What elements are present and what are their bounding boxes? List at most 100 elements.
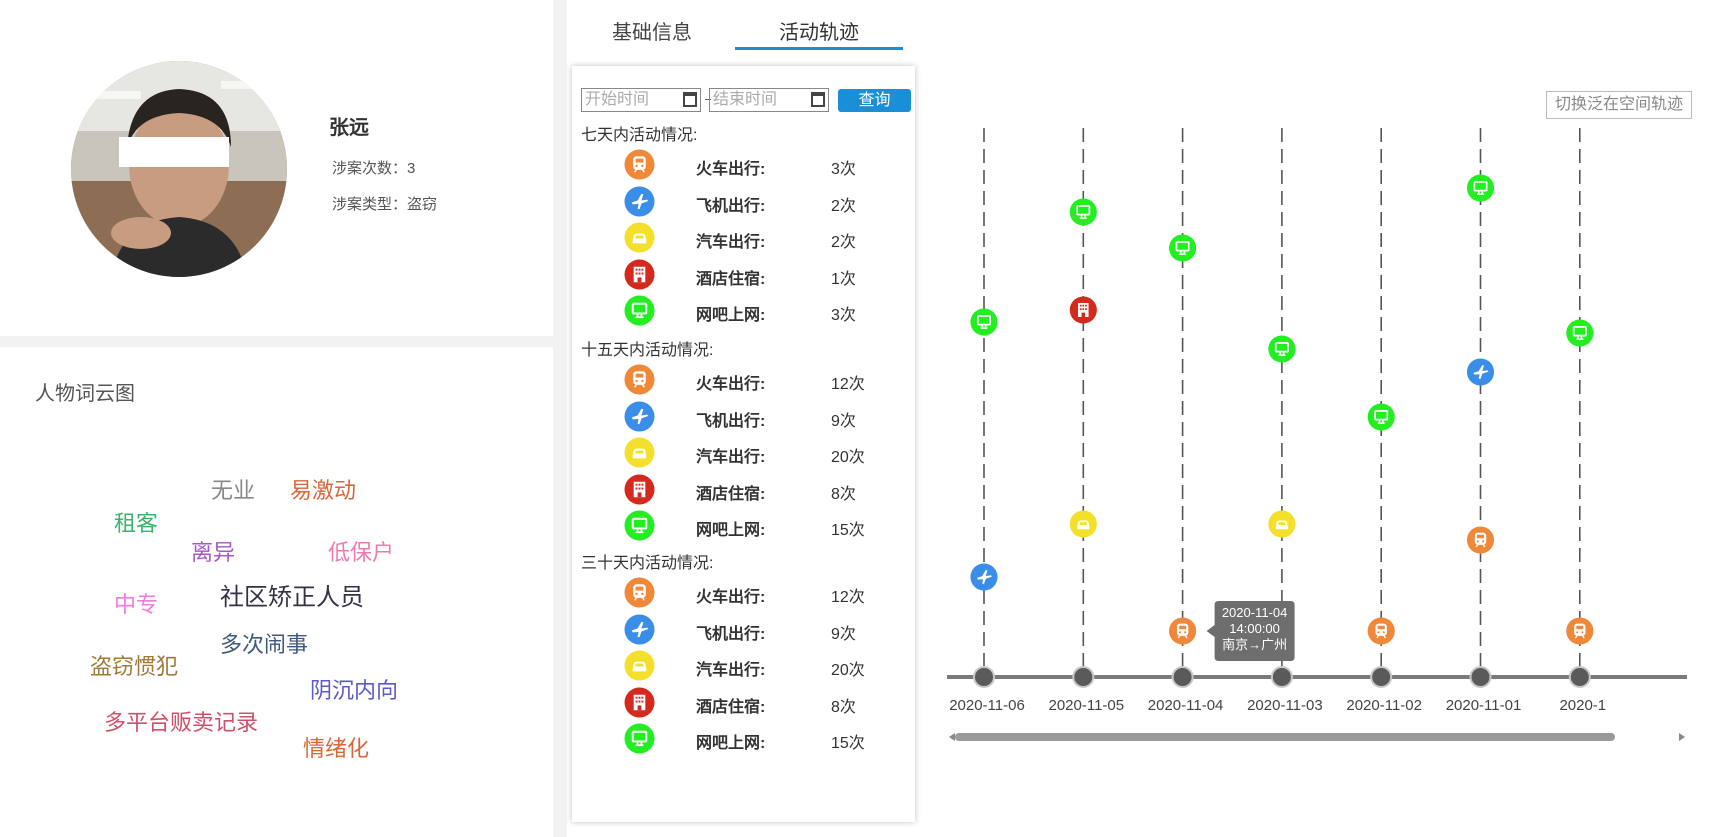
timeline-date-label: 2020-11-05	[1048, 697, 1124, 714]
end-time-input[interactable]: 结束时间	[709, 88, 829, 112]
timeline-date-node[interactable]	[973, 666, 995, 688]
calendar-icon[interactable]	[683, 92, 697, 107]
stat-label: 飞机出行:	[696, 625, 766, 643]
timeline-event-internet-icon[interactable]	[1566, 319, 1594, 347]
internet-icon	[1566, 319, 1594, 347]
timeline-event-car-icon[interactable]	[1069, 510, 1097, 538]
query-button[interactable]: 查询	[838, 89, 911, 112]
timeline-event-internet-icon[interactable]	[1466, 174, 1495, 202]
stat-row: 酒店住宿: 1次	[572, 258, 915, 291]
stat-count: 3次	[831, 161, 856, 178]
cloud-word: 无业	[211, 478, 256, 503]
stat-row: 火车出行: 3次	[572, 149, 915, 181]
train-icon	[624, 577, 655, 608]
profile-card: 张远 涉案次数：3 涉案类型：盗窃	[0, 0, 553, 336]
scroll-left-icon[interactable]	[949, 733, 955, 741]
train-icon	[1466, 526, 1495, 554]
cloud-word: 阴沉内向	[310, 678, 399, 703]
car-icon	[1268, 510, 1296, 538]
timeline-date-node[interactable]	[1270, 666, 1293, 688]
timeline-date-node[interactable]	[1469, 666, 1492, 688]
timeline-date-label: 2020-11-02	[1346, 697, 1422, 714]
active-tab-indicator	[735, 47, 903, 50]
stat-label: 火车出行:	[696, 161, 766, 178]
stat-label: 汽车出行:	[696, 234, 766, 251]
timeline-date-label: 2020-11-03	[1247, 697, 1323, 714]
cloud-word: 中专	[114, 592, 159, 617]
tab-activity-track[interactable]: 活动轨迹	[734, 16, 904, 45]
stat-label: 网吧上网:	[696, 522, 766, 539]
timeline-event-train-icon[interactable]	[1466, 526, 1495, 554]
timeline-event-train-icon[interactable]	[1566, 617, 1594, 645]
cloud-word: 低保户	[328, 540, 395, 565]
stat-count: 8次	[831, 485, 856, 503]
timeline-event-train-icon[interactable]	[1169, 617, 1197, 645]
event-tooltip-text: 14:00:00	[1229, 621, 1280, 636]
cloud-word: 多平台贩卖记录	[104, 710, 259, 735]
word-cloud-title: 人物词云图	[35, 383, 135, 405]
stat-row: 酒店住宿: 8次	[572, 686, 915, 719]
stat-count: 8次	[831, 698, 856, 716]
tab-basic-info[interactable]: 基础信息	[567, 16, 737, 45]
internet-icon	[1268, 335, 1296, 363]
stat-label: 酒店住宿:	[696, 698, 766, 716]
hotel-icon	[624, 258, 655, 290]
cloud-word: 多次闹事	[220, 632, 309, 657]
timeline-event-internet-icon[interactable]	[1169, 234, 1197, 262]
start-time-input[interactable]: 开始时间	[581, 88, 701, 112]
scroll-right-icon[interactable]	[1679, 733, 1685, 741]
car-icon	[1069, 510, 1097, 538]
stat-label: 酒店住宿:	[696, 270, 766, 288]
timeline-event-plane-icon[interactable]	[1466, 358, 1495, 386]
car-icon	[624, 222, 655, 253]
stat-count: 2次	[831, 197, 856, 215]
stat-row: 火车出行: 12次	[572, 577, 915, 609]
timeline-event-internet-icon[interactable]	[1069, 198, 1097, 226]
timeline-scrollbar-thumb[interactable]	[955, 733, 1615, 741]
switch-space-track-button[interactable]: 切换泛在空间轨迹	[1546, 91, 1692, 119]
timeline-date-node[interactable]	[1370, 666, 1393, 688]
stat-row: 飞机出行: 9次	[572, 613, 915, 646]
cloud-word: 情绪化	[303, 736, 370, 761]
internet-icon	[624, 295, 655, 326]
stat-count: 9次	[831, 412, 856, 430]
timeline-event-car-icon[interactable]	[1268, 510, 1296, 538]
timeline-date-node[interactable]	[1171, 666, 1194, 688]
stat-label: 火车出行:	[696, 589, 766, 606]
timeline-event-train-icon[interactable]	[1367, 617, 1395, 645]
stat-label: 酒店住宿:	[696, 485, 766, 503]
stat-count: 15次	[831, 735, 865, 752]
train-icon	[1367, 617, 1395, 645]
timeline-date-node[interactable]	[1072, 666, 1095, 688]
timeline-event-internet-icon[interactable]	[1367, 403, 1395, 431]
hotel-icon	[1069, 296, 1097, 324]
stat-count: 15次	[831, 522, 865, 539]
start-time-placeholder: 开始时间	[585, 91, 650, 108]
stat-section-title: 十五天内活动情况:	[581, 342, 714, 359]
timeline-event-plane-icon[interactable]	[970, 563, 998, 591]
word-cloud-card: 人物词云图 无业 易激动 租客 离异 低保户 中专 社区矫正人员 多次闹事 盗窃…	[0, 347, 553, 837]
cloud-word: 租客	[114, 511, 159, 536]
internet-icon	[624, 723, 655, 754]
event-tooltip-text: 2020-11-04	[1222, 605, 1288, 620]
train-icon	[1566, 617, 1594, 645]
timeline-date-node[interactable]	[1568, 666, 1591, 688]
internet-icon	[1466, 174, 1495, 202]
car-icon	[624, 437, 655, 468]
stat-count: 20次	[831, 662, 865, 679]
cloud-word: 社区矫正人员	[220, 584, 364, 611]
internet-icon	[624, 510, 655, 541]
timeline-event-internet-icon[interactable]	[1268, 335, 1296, 363]
stat-label: 网吧上网:	[696, 307, 766, 324]
stat-count: 12次	[831, 376, 865, 393]
stat-label: 网吧上网:	[696, 735, 766, 752]
stat-section-title: 七天内活动情况:	[581, 127, 698, 144]
timeline-event-hotel-icon[interactable]	[1069, 296, 1097, 324]
activity-area: 基础信息 活动轨迹 开始时间 结束时间 查询 七天内活动情况: 火车出行: 3次飞机…	[567, 0, 1723, 837]
calendar-icon[interactable]	[811, 92, 825, 107]
stat-count: 12次	[831, 589, 865, 606]
event-tooltip-text: 南京→广州	[1222, 637, 1287, 652]
timeline-event-internet-icon[interactable]	[970, 308, 998, 336]
cloud-word: 离异	[191, 540, 236, 565]
cloud-word: 盗窃惯犯	[90, 654, 179, 679]
